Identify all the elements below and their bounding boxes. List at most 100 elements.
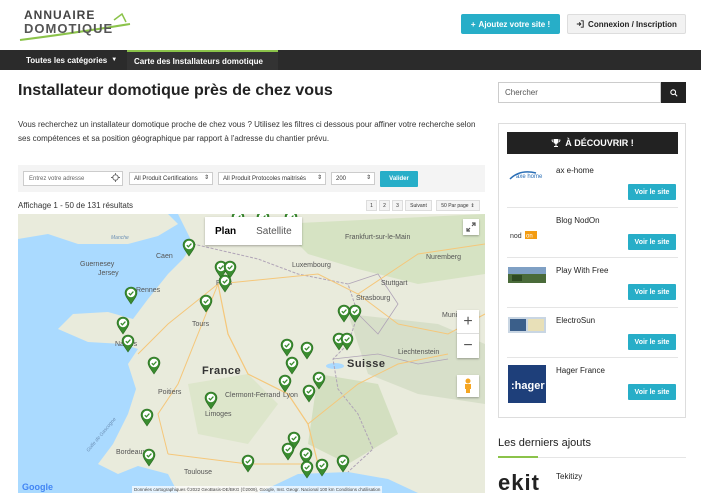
address-input[interactable]: Entrez votre adresse bbox=[23, 171, 123, 186]
map-marker-icon[interactable] bbox=[182, 238, 196, 257]
map-marker-icon[interactable] bbox=[280, 338, 294, 357]
map-marker-icon[interactable] bbox=[116, 316, 130, 335]
map-marker-icon[interactable] bbox=[336, 454, 350, 473]
recent-item-name[interactable]: Tekitizy bbox=[556, 472, 582, 481]
map-label-tours: Tours bbox=[192, 321, 210, 328]
trophy-icon bbox=[551, 139, 561, 147]
hager-logo[interactable]: :hager bbox=[508, 365, 546, 403]
page-3[interactable]: 3 bbox=[392, 200, 403, 211]
discover-header: À DÉCOUVRIR ! bbox=[507, 132, 678, 154]
map-marker-icon[interactable] bbox=[218, 274, 232, 293]
recent-divider bbox=[538, 457, 686, 458]
visit-site-button[interactable]: Voir le site bbox=[628, 334, 676, 350]
map-marker-icon[interactable] bbox=[121, 334, 135, 353]
discover-item: axe home ax e-home Voir le site bbox=[507, 159, 678, 208]
discover-item-name[interactable]: Hager France bbox=[556, 366, 605, 375]
map-marker-icon[interactable] bbox=[285, 356, 299, 375]
main-nav: Toutes les catégories ▼ Carte des Instal… bbox=[0, 50, 701, 70]
discover-item-name[interactable]: Play With Free bbox=[556, 266, 608, 275]
fullscreen-button[interactable] bbox=[463, 219, 479, 235]
search-input[interactable]: Chercher bbox=[498, 82, 661, 103]
map-marker-icon[interactable] bbox=[241, 454, 255, 473]
map-marker-icon[interactable] bbox=[337, 304, 351, 323]
per-page-select[interactable]: 50 Par page ⇕ bbox=[436, 200, 480, 211]
map-type-control: Plan Satellite bbox=[205, 217, 302, 245]
locate-icon[interactable] bbox=[111, 173, 120, 182]
map-marker-icon[interactable] bbox=[124, 286, 138, 305]
map-marker-icon[interactable] bbox=[300, 460, 314, 479]
map-marker-icon[interactable] bbox=[281, 442, 295, 461]
map-marker-icon[interactable] bbox=[147, 356, 161, 375]
map-label-jersey: Jersey bbox=[98, 270, 119, 277]
site-logo[interactable]: ANNUAIRE DOMOTIQUE bbox=[18, 6, 136, 44]
discover-item: Play With Free Voir le site bbox=[507, 259, 678, 308]
tekitizy-logo[interactable]: ekit bbox=[498, 470, 540, 496]
certifications-select[interactable]: All Produit Certifications ⇕ bbox=[129, 172, 213, 185]
map-marker-icon[interactable] bbox=[199, 294, 213, 313]
certifications-value: All Produit Certifications bbox=[134, 175, 198, 182]
visit-site-button[interactable]: Voir le site bbox=[628, 184, 676, 200]
map-label-lyon: Lyon bbox=[283, 392, 298, 399]
nav-installer-map[interactable]: Carte des Installateurs domotique bbox=[127, 50, 278, 70]
installer-map[interactable]: Manche Golfe de Gascogne Guernesey Jerse… bbox=[18, 214, 485, 493]
map-marker-icon[interactable] bbox=[278, 374, 292, 393]
recent-underline bbox=[498, 456, 538, 458]
map-type-plan[interactable]: Plan bbox=[205, 217, 246, 245]
discover-item-name[interactable]: Blog NodOn bbox=[556, 216, 600, 225]
map-marker-icon[interactable] bbox=[140, 408, 154, 427]
map-type-satellite[interactable]: Satellite bbox=[246, 217, 302, 245]
visit-site-button[interactable]: Voir le site bbox=[628, 234, 676, 250]
map-label-guernesey: Guernesey bbox=[80, 261, 115, 268]
map-marker-icon[interactable] bbox=[204, 391, 218, 410]
visit-site-button[interactable]: Voir le site bbox=[628, 284, 676, 300]
map-marker-icon[interactable] bbox=[312, 371, 326, 390]
distance-select[interactable]: 200 ⇕ bbox=[331, 172, 375, 185]
ax-ehome-logo[interactable]: axe home bbox=[508, 167, 546, 183]
select-arrows-icon: ⇕ bbox=[365, 175, 371, 181]
search-button[interactable] bbox=[661, 82, 686, 103]
zoom-out-button[interactable]: − bbox=[457, 334, 479, 358]
logo-text-line1: ANNUAIRE bbox=[24, 8, 96, 22]
page-title: Installateur domotique près de chez vous bbox=[18, 82, 333, 99]
discover-box: À DÉCOUVRIR ! axe home ax e-home Voir le… bbox=[498, 123, 686, 418]
submit-button[interactable]: Valider bbox=[380, 171, 418, 187]
map-marker-icon[interactable] bbox=[142, 448, 156, 467]
select-arrows-icon: ⇕ bbox=[316, 175, 322, 181]
map-marker-icon[interactable] bbox=[340, 332, 354, 351]
protocols-select[interactable]: All Produit Protocoles maitrisés ⇕ bbox=[218, 172, 326, 185]
map-marker-icon[interactable] bbox=[315, 458, 329, 477]
map-label-rennes: Rennes bbox=[136, 287, 161, 294]
login-label: Connexion / Inscription bbox=[588, 19, 677, 29]
visit-site-button[interactable]: Voir le site bbox=[628, 384, 676, 400]
discover-title: À DÉCOUVRIR ! bbox=[565, 138, 634, 148]
street-view-button[interactable] bbox=[457, 375, 479, 397]
site-header: ANNUAIRE DOMOTIQUE + Ajoutez votre site … bbox=[0, 0, 701, 50]
play-with-free-logo[interactable] bbox=[508, 267, 546, 283]
map-label-clermont: Clermont-Ferrand bbox=[225, 392, 281, 399]
map-label-manche: Manche bbox=[111, 235, 129, 241]
zoom-in-button[interactable]: + bbox=[457, 310, 479, 334]
nodon-logo[interactable]: nod on bbox=[508, 227, 546, 243]
zoom-control: + − bbox=[457, 310, 479, 358]
discover-item-name[interactable]: ElectroSun bbox=[556, 316, 595, 325]
select-arrows-icon: ⇕ bbox=[470, 202, 475, 209]
map-label-france: France bbox=[202, 365, 242, 377]
discover-item: :hager Hager France Voir le site bbox=[507, 359, 678, 408]
map-label-toulouse: Toulouse bbox=[184, 469, 213, 476]
address-placeholder: Entrez votre adresse bbox=[29, 175, 85, 182]
page-1[interactable]: 1 bbox=[366, 200, 377, 211]
add-site-label: Ajoutez votre site ! bbox=[478, 19, 551, 29]
recent-title: Les derniers ajouts bbox=[498, 437, 591, 449]
nav-categories[interactable]: Toutes les catégories ▼ bbox=[26, 50, 117, 70]
map-label-frankfurt: Frankfurt-sur-le-Main bbox=[345, 234, 411, 241]
discover-item-name[interactable]: ax e-home bbox=[556, 166, 594, 175]
sidebar-search: Chercher bbox=[498, 82, 686, 103]
add-site-button[interactable]: + Ajoutez votre site ! bbox=[461, 14, 560, 34]
pegman-icon bbox=[465, 378, 471, 393]
next-page[interactable]: Suivant bbox=[405, 200, 432, 211]
google-logo[interactable]: Google bbox=[22, 482, 53, 492]
login-button[interactable]: Connexion / Inscription bbox=[567, 14, 686, 34]
map-marker-icon[interactable] bbox=[300, 341, 314, 360]
page-2[interactable]: 2 bbox=[379, 200, 390, 211]
electrosun-logo[interactable] bbox=[508, 317, 546, 333]
